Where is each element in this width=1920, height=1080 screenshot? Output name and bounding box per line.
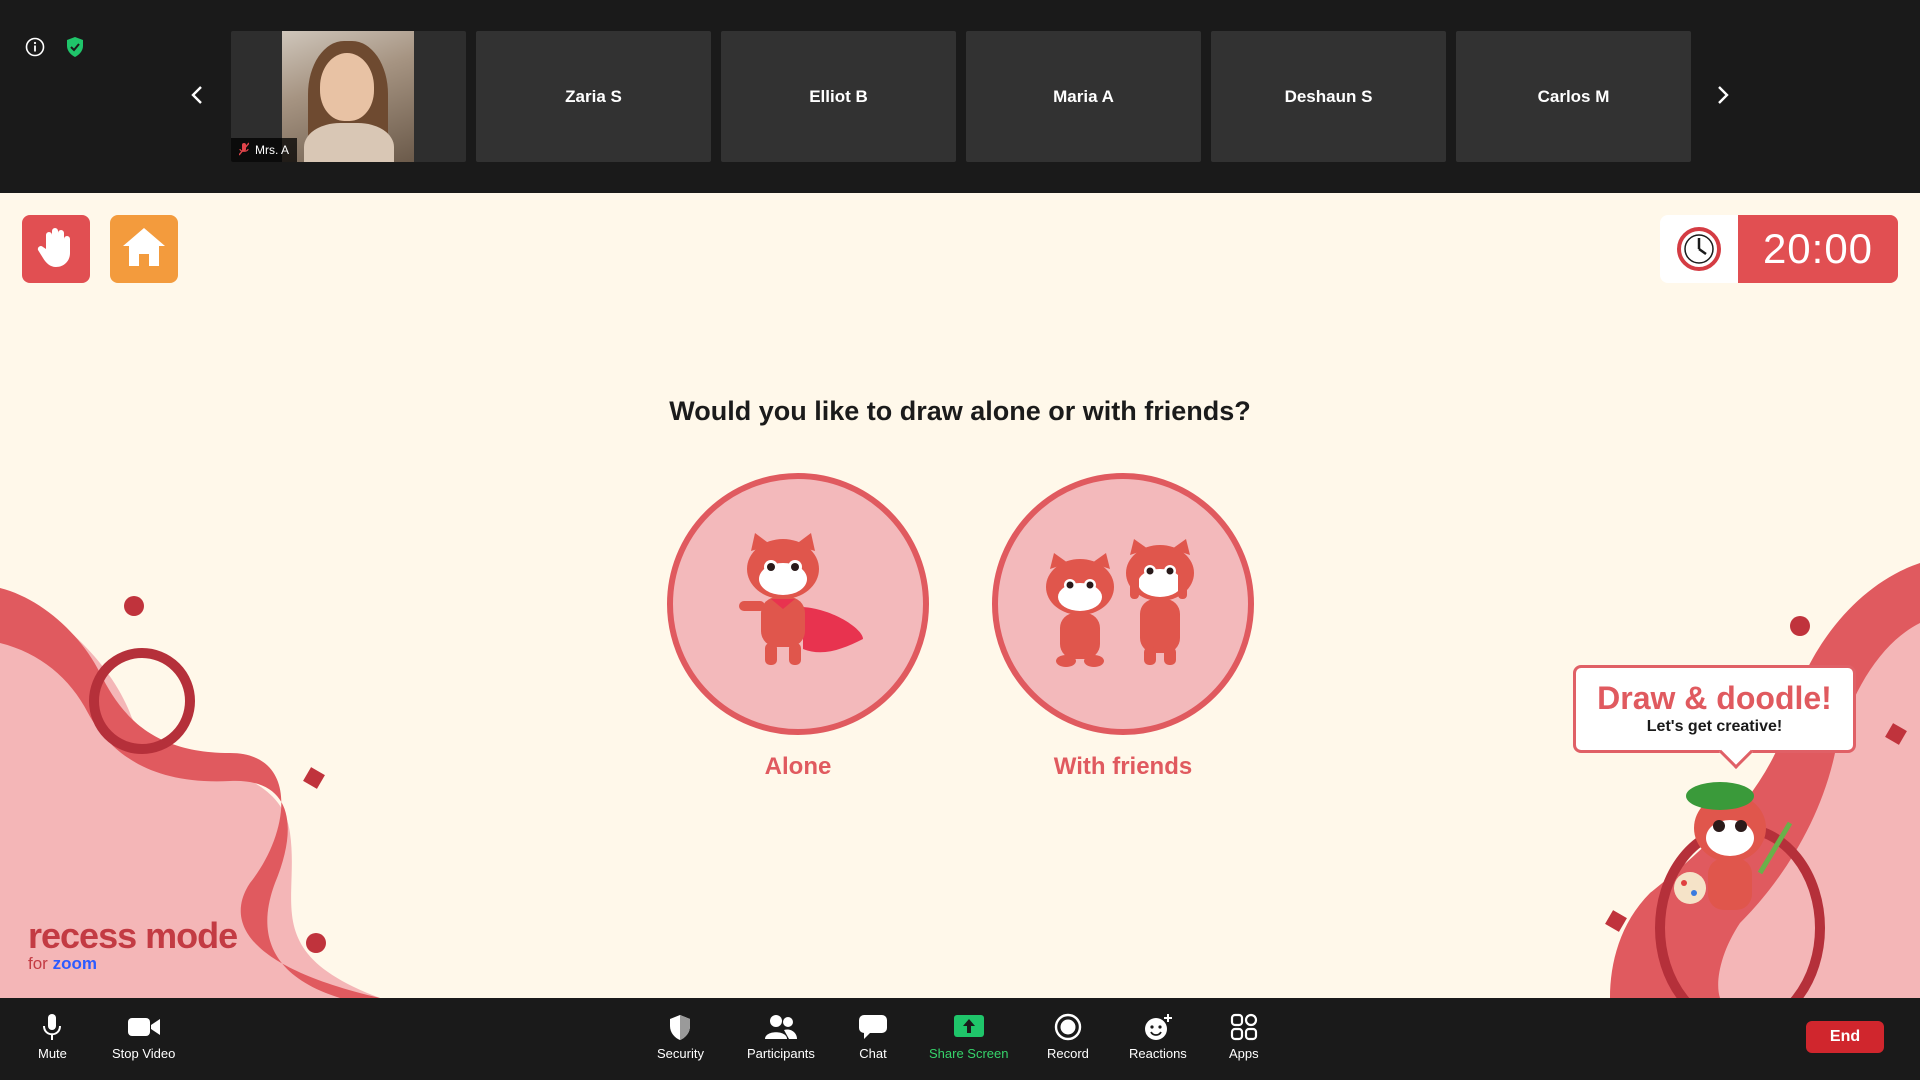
security-button[interactable]: Security [657,1012,704,1061]
reactions-icon [1143,1012,1173,1042]
gallery-strip: Mrs. A Zaria S Elliot B Maria A Deshaun … [0,0,1920,193]
option-alone[interactable]: Alone [667,473,929,781]
participant-tile[interactable]: Zaria S [476,31,711,162]
apps-button[interactable]: Apps [1229,1012,1259,1061]
participant-tile[interactable]: Elliot B [721,31,956,162]
info-icon[interactable] [24,36,46,58]
chat-icon [858,1012,888,1042]
participant-name: Carlos M [1537,86,1610,106]
participant-tile[interactable]: Deshaun S [1211,31,1446,162]
self-video-tile[interactable]: Mrs. A [231,31,466,162]
security-icon [668,1012,692,1042]
participants-button[interactable]: Participants [747,1012,815,1061]
mic-icon [42,1012,62,1042]
option-alone-label[interactable]: Alone [667,753,929,781]
self-video-feed [282,31,414,162]
brand-sub-zoom: zoom [52,954,97,973]
app-stage: 20:00 Would you like to draw alone or wi… [0,193,1920,998]
chevron-right-icon[interactable] [1708,80,1738,110]
brand-sub-prefix: for [28,954,48,973]
brand-sub: for zoom [28,954,237,974]
participant-name: Elliot B [809,86,868,106]
reactions-label: Reactions [1129,1046,1187,1061]
raise-hand-button[interactable] [22,215,90,283]
option-with-friends-circle[interactable] [992,473,1254,735]
participants-icon [764,1012,798,1042]
participant-tile[interactable]: Maria A [966,31,1201,162]
mute-label: Mute [38,1046,67,1061]
activity-question: Would you like to draw alone or with fri… [669,396,1251,426]
share-screen-label: Share Screen [929,1046,1009,1061]
share-screen-button[interactable]: Share Screen [929,1012,1009,1061]
stop-video-label: Stop Video [112,1046,176,1061]
brand-main: recess mode [28,915,238,956]
option-with-friends[interactable]: With friends [992,473,1254,781]
end-meeting-button[interactable]: End [1806,1021,1884,1053]
option-alone-circle[interactable] [667,473,929,735]
recess-mode-logo: recess mode for zoom [28,915,238,974]
option-with-friends-label[interactable]: With friends [992,753,1254,781]
video-icon [127,1012,161,1042]
friends-panda-illustration [1046,539,1194,667]
clock-icon [1660,215,1738,283]
solo-panda-illustration [739,533,863,665]
countdown-timer: 20:00 [1660,215,1898,283]
record-icon [1054,1012,1082,1042]
participant-name: Deshaun S [1284,86,1373,106]
shield-check-icon[interactable] [64,36,86,58]
reactions-button[interactable]: Reactions [1129,1012,1187,1061]
apps-icon [1230,1012,1258,1042]
meeting-toolbar: Mute Stop Video Security Participants Ch… [0,998,1920,1080]
timer-value: 20:00 [1738,215,1898,283]
participant-tile[interactable]: Carlos M [1456,31,1691,162]
mute-button[interactable]: Mute [38,1012,67,1061]
self-name-label: Mrs. A [231,138,298,162]
stop-video-button[interactable]: Stop Video [112,1012,175,1061]
mic-muted-icon [238,142,250,159]
background-decoration [0,563,1920,998]
record-button[interactable]: Record [1047,1012,1089,1061]
participants-label: Participants [747,1046,815,1061]
self-name: Mrs. A [255,143,290,157]
participant-name: Maria A [1053,86,1114,106]
bubble-title: Draw & doodle! [1597,680,1832,716]
raise-hand-icon [36,225,76,274]
record-label: Record [1047,1046,1089,1061]
chat-label: Chat [859,1046,887,1061]
security-label: Security [657,1046,704,1061]
speech-bubble: Draw & doodle! Let's get creative! [1573,665,1856,769]
share-screen-icon [953,1012,985,1042]
bubble-subtitle: Let's get creative! [1646,718,1783,735]
meeting-info-icons [24,36,86,58]
participant-name: Zaria S [565,86,622,106]
home-button[interactable] [110,215,178,283]
apps-label: Apps [1229,1046,1259,1061]
home-icon [121,226,167,273]
chevron-left-icon[interactable] [182,80,212,110]
chat-button[interactable]: Chat [858,1012,888,1061]
